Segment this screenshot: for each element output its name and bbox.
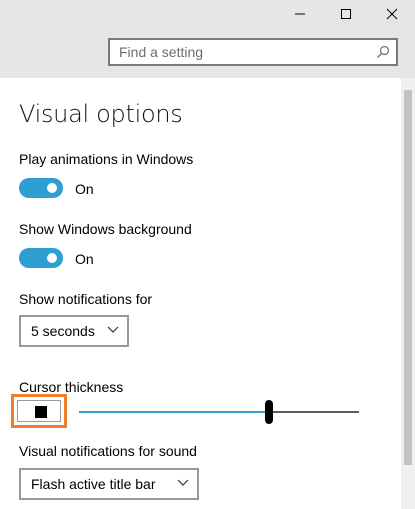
minimize-icon <box>295 13 305 15</box>
chevron-down-icon <box>107 326 119 333</box>
settings-window: Visual options Play animations in Window… <box>0 0 415 509</box>
title-bar <box>0 0 415 78</box>
play-animations-toggle[interactable] <box>19 178 63 198</box>
visual-notifications-value: Flash active title bar <box>31 476 156 492</box>
notifications-duration-value: 5 seconds <box>31 323 95 339</box>
maximize-button[interactable] <box>323 0 369 28</box>
notifications-duration-dropdown[interactable]: 5 seconds <box>19 315 129 347</box>
minimize-button[interactable] <box>277 0 323 28</box>
close-button[interactable] <box>369 0 415 28</box>
cursor-preview-frame <box>17 400 61 422</box>
visual-notifications-dropdown[interactable]: Flash active title bar <box>19 468 199 500</box>
slider-fill <box>79 411 269 413</box>
vertical-scrollbar[interactable] <box>401 78 415 509</box>
slider-thumb[interactable] <box>265 400 273 424</box>
show-background-state: On <box>75 251 94 267</box>
cursor-thickness-label: Cursor thickness <box>19 379 124 395</box>
page-title: Visual options <box>19 100 183 128</box>
show-background-toggle[interactable] <box>19 248 63 268</box>
settings-content: Visual options Play animations in Window… <box>0 78 401 509</box>
search-box[interactable] <box>108 38 398 66</box>
play-animations-label: Play animations in Windows <box>19 151 194 167</box>
toggle-knob <box>47 183 57 193</box>
chevron-down-icon <box>177 479 189 486</box>
close-icon <box>386 8 398 20</box>
cursor-preview <box>35 406 47 418</box>
visual-notifications-label: Visual notifications for sound <box>19 443 197 459</box>
show-background-label: Show Windows background <box>19 221 192 237</box>
cursor-thickness-slider[interactable] <box>79 400 359 424</box>
play-animations-state: On <box>75 181 94 197</box>
notifications-duration-label: Show notifications for <box>19 291 153 307</box>
scrollbar-thumb[interactable] <box>404 90 412 465</box>
toggle-knob <box>47 253 57 263</box>
search-icon[interactable] <box>376 45 390 59</box>
search-input[interactable] <box>110 40 379 64</box>
cursor-thickness-preview-focus <box>11 394 67 428</box>
maximize-icon <box>341 9 351 19</box>
